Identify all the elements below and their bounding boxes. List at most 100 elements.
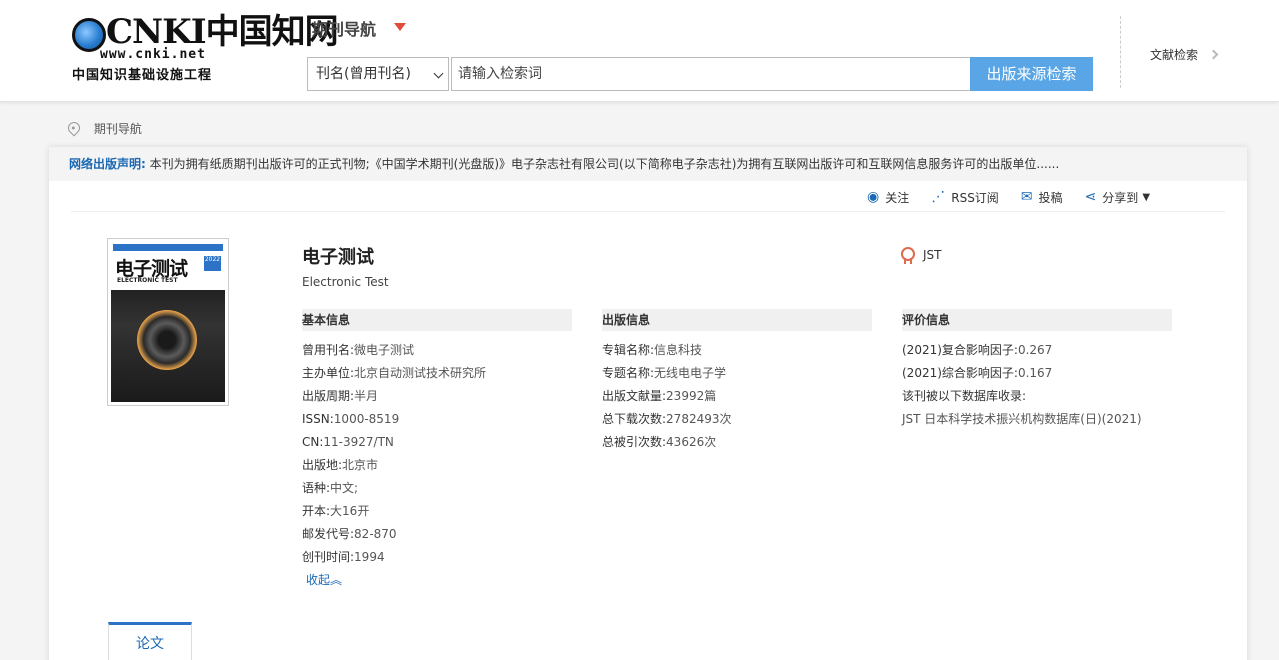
breadcrumb: 期刊导航 xyxy=(65,119,142,137)
row-value: 43626次 xyxy=(666,435,717,449)
doc-search-label: 文献检索 xyxy=(1150,48,1199,62)
row-label: ISSN: xyxy=(302,412,334,426)
info-row: 出版地:北京市 xyxy=(302,454,572,477)
share-label: 分享到 xyxy=(1102,190,1139,205)
follow-label: 关注 xyxy=(885,190,910,205)
row-value: 微电子测试 xyxy=(354,343,415,357)
triangle-down-icon: ▼ xyxy=(1142,191,1151,203)
section-heading: 基本信息 xyxy=(302,309,572,331)
info-row: 专题名称:无线电电子学 xyxy=(602,362,872,385)
row-value: 中文; xyxy=(330,481,359,495)
basic-info-section: 基本信息 曾用刊名:微电子测试 主办单位:北京自动测试技术研究所 出版周期:半月… xyxy=(302,309,572,592)
location-pin-icon xyxy=(65,119,83,137)
row-label: 语种: xyxy=(302,481,331,495)
chevron-right-icon xyxy=(1208,49,1219,60)
row-value: 0.167 xyxy=(1017,366,1053,380)
header-divider xyxy=(1120,16,1121,88)
info-row: 语种:中文; xyxy=(302,477,572,500)
journal-cover: 电子测试 ELECTRONIC TEST 2022 xyxy=(107,238,229,406)
rss-icon: ⋰ xyxy=(931,189,946,205)
row-label: (2021)综合影响因子: xyxy=(902,366,1018,380)
mail-icon: ✉ xyxy=(1020,189,1033,205)
section-heading: 评价信息 xyxy=(902,309,1172,331)
row-label: 开本: xyxy=(302,504,331,518)
info-row: 专辑名称:信息科技 xyxy=(602,339,872,362)
cover-english: ELECTRONIC TEST xyxy=(117,277,178,284)
tab-papers[interactable]: 论文 xyxy=(108,622,192,660)
info-row: ISSN:1000-8519 xyxy=(302,408,572,431)
info-row: 开本:大16开 xyxy=(302,500,572,523)
notice-text: 本刊为拥有纸质期刊出版许可的正式刊物;《中国学术期刊(光盘版)》电子杂志社有限公… xyxy=(149,157,1060,171)
source-search-button[interactable]: 出版来源检索 xyxy=(970,57,1093,91)
info-row: 总下载次数:2782493次 xyxy=(602,408,872,431)
info-row: (2021)综合影响因子:0.167 xyxy=(902,362,1172,385)
publish-notice: 网络出版声明: 本刊为拥有纸质期刊出版许可的正式刊物;《中国学术期刊(光盘版)》… xyxy=(49,147,1247,181)
evaluation-info-section: 评价信息 (2021)复合影响因子:0.267 (2021)综合影响因子:0.1… xyxy=(902,309,1172,431)
row-label: 出版周期: xyxy=(302,389,355,403)
row-label: CN: xyxy=(302,435,324,449)
info-row: 总被引次数:43626次 xyxy=(602,431,872,454)
journal-english-title: Electronic Test xyxy=(302,275,389,289)
row-value: 2782493次 xyxy=(666,412,732,426)
row-label: 曾用刊名: xyxy=(302,343,355,357)
logo-subtitle: 中国知识基础设施工程 xyxy=(72,68,213,83)
journal-card: 网络出版声明: 本刊为拥有纸质期刊出版许可的正式刊物;《中国学术期刊(光盘版)》… xyxy=(49,147,1247,660)
row-label: 出版文献量: xyxy=(602,389,667,403)
badge-label: JST xyxy=(923,248,942,262)
info-row: JST 日本科学技术振兴机构数据库(日)(2021) xyxy=(902,408,1172,431)
row-label: 邮发代号: xyxy=(302,527,355,541)
doc-search-link[interactable]: 文献检索 xyxy=(1150,46,1219,63)
cover-year: 2022 xyxy=(204,256,221,271)
info-row: 邮发代号:82-870 xyxy=(302,523,572,546)
share-button[interactable]: ⋖ 分享到 ▼ xyxy=(1085,187,1150,207)
triangle-down-icon[interactable] xyxy=(394,23,406,31)
info-row: 主办单位:北京自动测试技术研究所 xyxy=(302,362,572,385)
row-label: 总被引次数: xyxy=(602,435,667,449)
row-value: 北京自动测试技术研究所 xyxy=(354,366,487,380)
search-field-select[interactable]: 刊名(曾用刊名) xyxy=(307,57,449,91)
row-value: 北京市 xyxy=(342,458,379,472)
cnki-logo[interactable]: CNKI中国知网 www.cnki.net 中国知识基础设施工程 xyxy=(70,14,339,84)
info-row: 出版周期:半月 xyxy=(302,385,572,408)
row-label: 主办单位: xyxy=(302,366,355,380)
row-label: 出版地: xyxy=(302,458,343,472)
logo-main-text: CNKI中国知网 xyxy=(106,12,339,52)
journal-title: 电子测试 xyxy=(302,247,374,268)
publish-info-section: 出版信息 专辑名称:信息科技 专题名称:无线电电子学 出版文献量:23992篇 … xyxy=(602,309,872,454)
info-row: (2021)复合影响因子:0.267 xyxy=(902,339,1172,362)
info-row: 曾用刊名:微电子测试 xyxy=(302,339,572,362)
search-field-value: 刊名(曾用刊名) xyxy=(316,66,411,82)
info-row: 该刊被以下数据库收录: xyxy=(902,385,1172,408)
breadcrumb-item[interactable]: 期刊导航 xyxy=(94,122,142,136)
jst-badge: JST xyxy=(901,247,942,264)
submit-button[interactable]: ✉ 投稿 xyxy=(1021,187,1063,207)
row-value: 信息科技 xyxy=(654,343,703,357)
database-entry: JST 日本科学技术振兴机构数据库(日)(2021) xyxy=(902,412,1142,426)
collapse-link[interactable]: 收起︽ xyxy=(306,569,572,592)
rss-button[interactable]: ⋰ RSS订阅 xyxy=(931,187,999,207)
row-value: 无线电电子学 xyxy=(654,366,727,380)
row-value: 半月 xyxy=(354,389,379,403)
chevron-down-icon xyxy=(433,68,444,79)
row-label: (2021)复合影响因子: xyxy=(902,343,1018,357)
info-row: CN:11-3927/TN xyxy=(302,431,572,454)
notice-label: 网络出版声明: xyxy=(69,157,146,171)
row-label: 该刊被以下数据库收录: xyxy=(902,389,1027,403)
action-bar: ◉ 关注 ⋰ RSS订阅 ✉ 投稿 ⋖ 分享到 ▼ xyxy=(867,187,1172,207)
row-value: 1994 xyxy=(354,550,385,564)
rss-label: RSS订阅 xyxy=(951,190,999,205)
follow-button[interactable]: ◉ 关注 xyxy=(867,187,909,207)
logo-url: www.cnki.net xyxy=(100,47,206,62)
journal-nav-dropdown[interactable]: 期刊导航 xyxy=(312,16,376,40)
row-value: 1000-8519 xyxy=(333,412,400,426)
eye-icon: ◉ xyxy=(867,189,880,205)
row-value: 11-3927/TN xyxy=(323,435,394,449)
info-row: 出版文献量:23992篇 xyxy=(602,385,872,408)
row-value: 23992篇 xyxy=(666,389,717,403)
row-value: 大16开 xyxy=(330,504,370,518)
row-label: 创刊时间: xyxy=(302,550,355,564)
cover-image: 电子测试 ELECTRONIC TEST 2022 xyxy=(111,242,225,402)
search-input[interactable] xyxy=(451,57,971,91)
row-value: 82-870 xyxy=(354,527,397,541)
row-label: 专题名称: xyxy=(602,366,655,380)
